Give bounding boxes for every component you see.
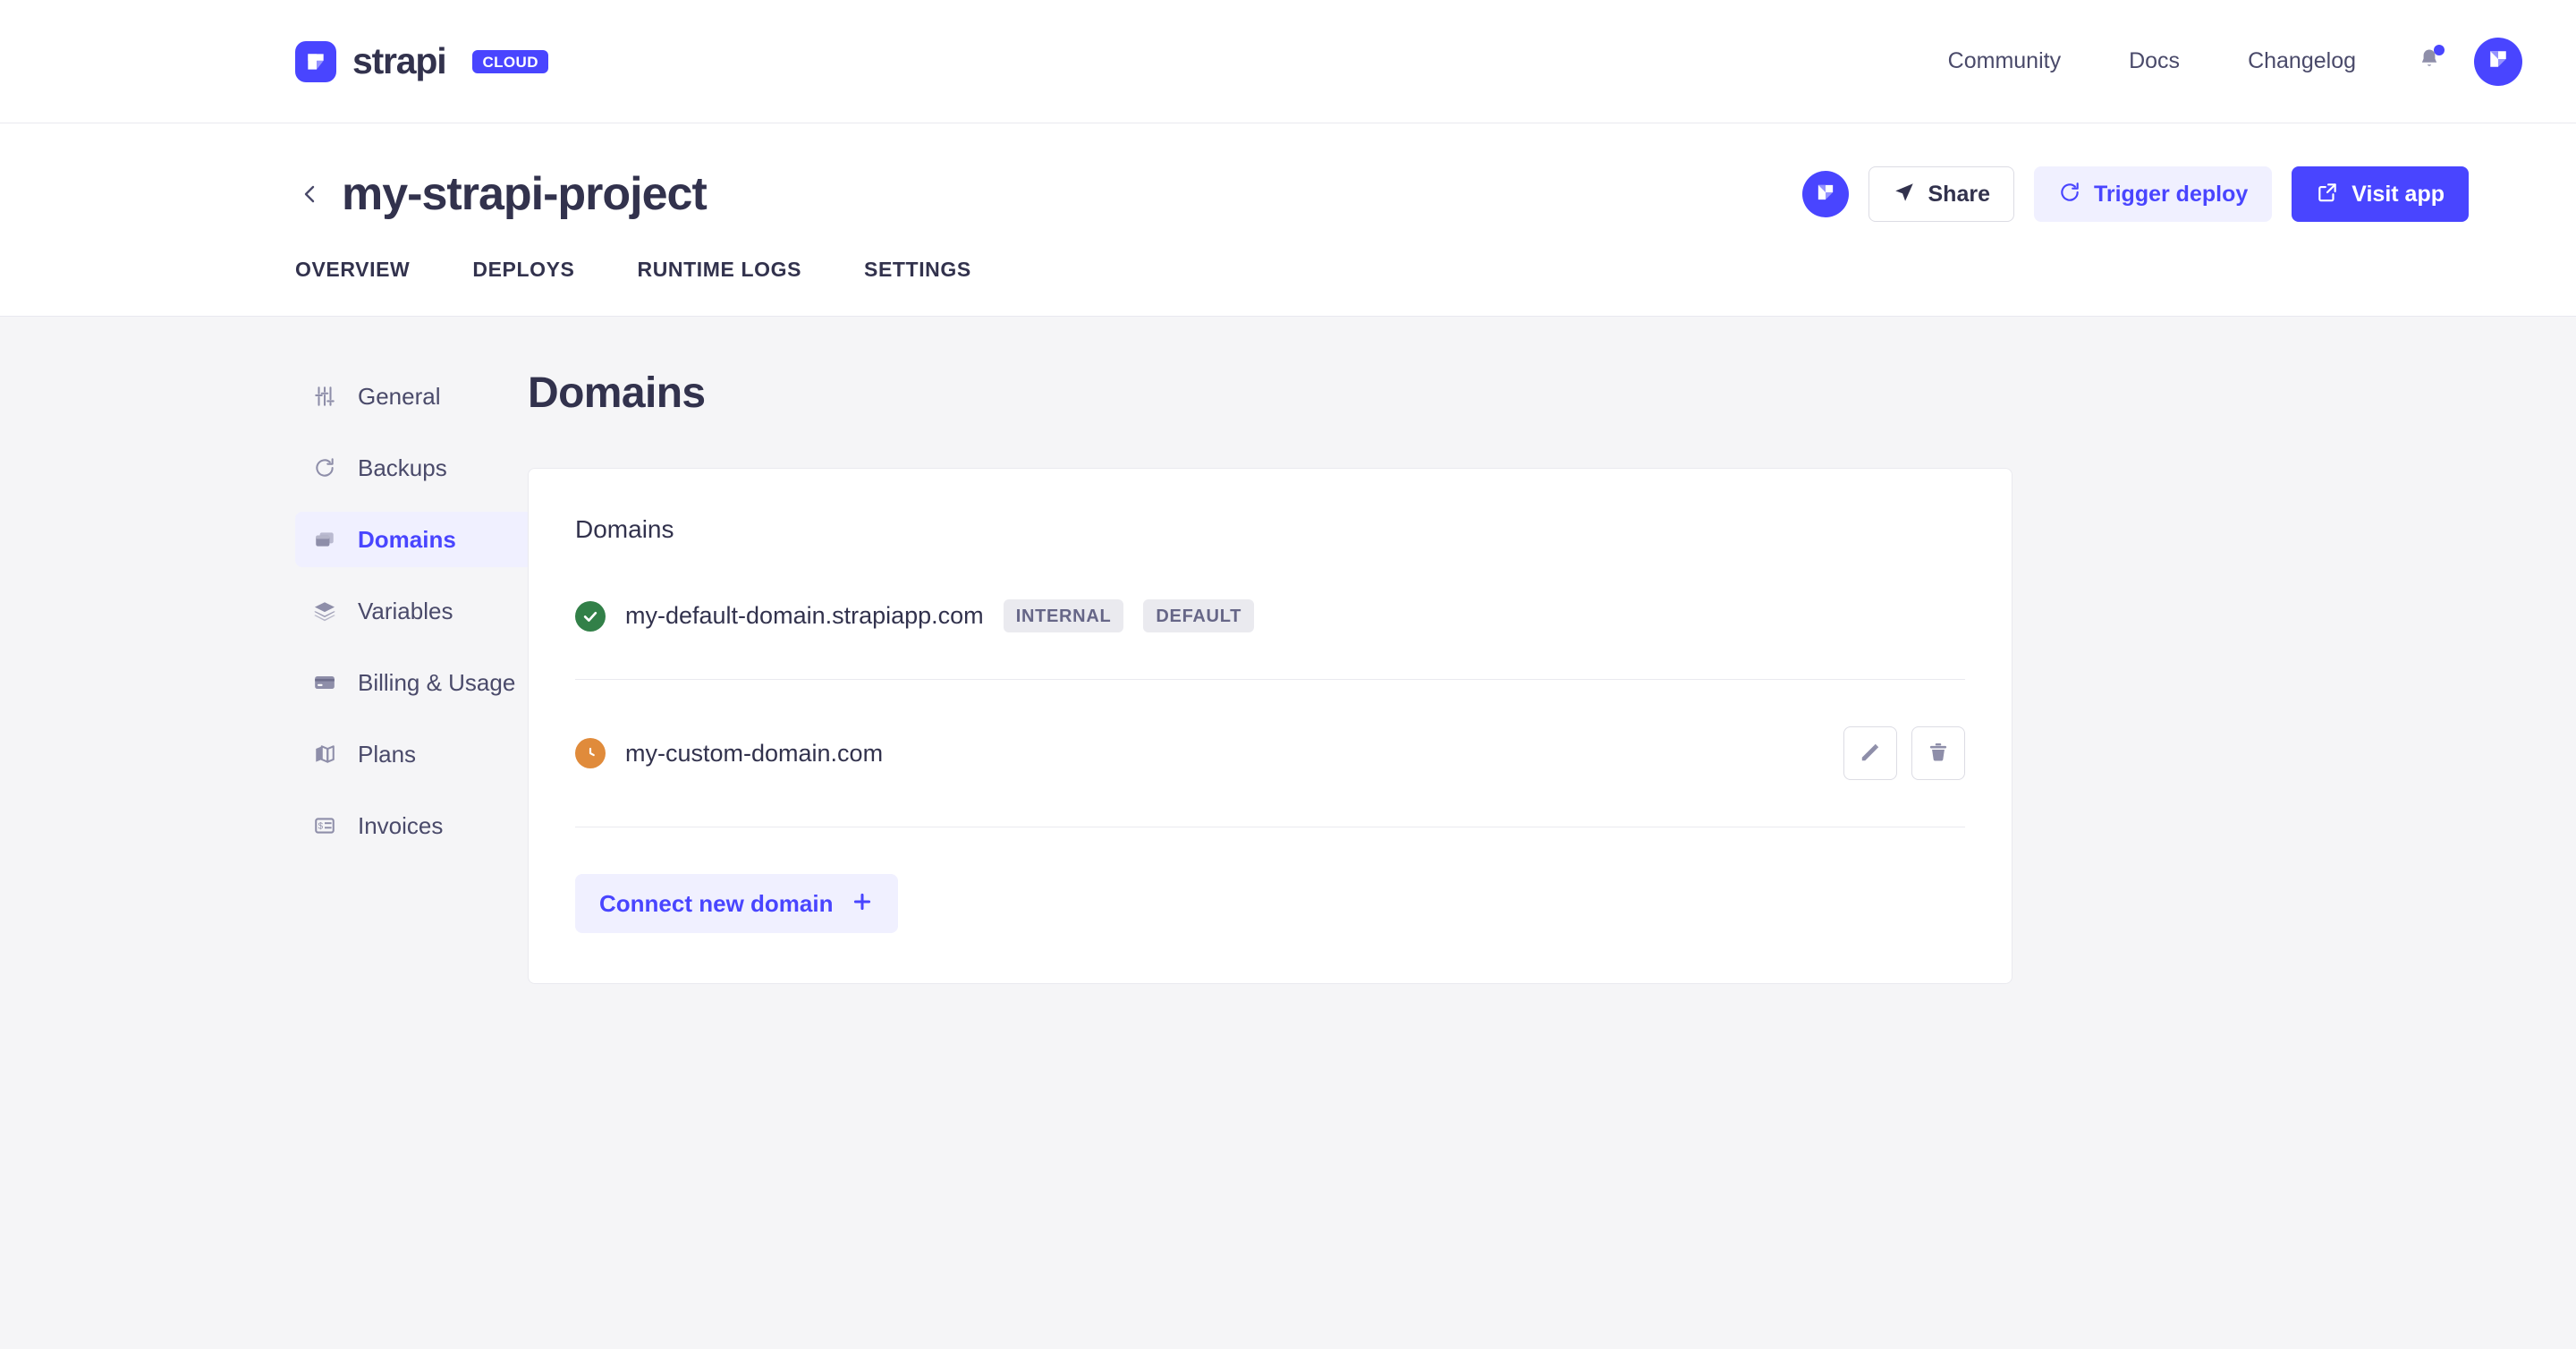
app-root: strapi CLOUD Community Docs Changelog my… — [0, 0, 2576, 1349]
delete-domain-button[interactable] — [1911, 726, 1965, 780]
sidebar-item-label: Plans — [358, 740, 417, 768]
edit-domain-button[interactable] — [1843, 726, 1897, 780]
topnav-link-community[interactable]: Community — [1914, 48, 2095, 74]
project-header: my-strapi-project Share Trigger deploy V… — [0, 123, 2576, 317]
domain-name: my-default-domain.strapiapp.com — [625, 602, 984, 629]
project-tabs: OVERVIEW DEPLOYS RUNTIME LOGS SETTINGS — [0, 222, 2522, 316]
sidebar-item-label: Variables — [358, 597, 453, 624]
row-actions — [1843, 726, 1965, 780]
top-navigation: Community Docs Changelog — [1914, 37, 2522, 86]
topnav-link-changelog[interactable]: Changelog — [2214, 48, 2390, 74]
connect-new-domain-label: Connect new domain — [599, 890, 834, 917]
domain-name: my-custom-domain.com — [625, 739, 884, 767]
stack-icon — [311, 598, 338, 624]
settings-content: Domains Domains my-default-domain.strapi… — [474, 369, 2576, 1272]
settings-sidebar: General Backups Domains Variables Billin… — [0, 369, 767, 1272]
brand-name: strapi — [352, 40, 447, 81]
page-title: my-strapi-project — [342, 168, 708, 220]
external-link-icon — [2316, 181, 2339, 208]
sidebar-item-label: Domains — [358, 525, 456, 553]
sidebar-item-label: Backups — [358, 454, 447, 481]
card-title: Domains — [575, 515, 674, 543]
project-header-actions: Share Trigger deploy Visit app — [1801, 166, 2469, 222]
strapi-avatar-icon — [2485, 46, 2512, 77]
clock-icon — [575, 738, 606, 768]
share-button[interactable]: Share — [1868, 166, 2014, 222]
brand-chip: CLOUD — [472, 49, 548, 73]
sliders-icon — [311, 383, 338, 410]
pencil-icon — [1859, 741, 1882, 767]
tab-runtime-logs[interactable]: RUNTIME LOGS — [637, 258, 801, 316]
status-badge: INTERNAL — [1003, 599, 1124, 632]
table-row: my-default-domain.strapiapp.com INTERNAL… — [575, 599, 1965, 680]
strapi-avatar-icon — [1813, 180, 1838, 209]
send-icon — [1893, 181, 1916, 208]
receipt-icon: $ — [311, 812, 338, 839]
project-header-row: my-strapi-project Share Trigger deploy V… — [0, 123, 2522, 222]
chevron-left-icon[interactable] — [295, 179, 326, 209]
credit-card-icon — [311, 669, 338, 696]
global-header: strapi CLOUD Community Docs Changelog — [0, 0, 2576, 123]
topnav-link-docs[interactable]: Docs — [2095, 48, 2214, 74]
domains-card: Domains my-default-domain.strapiapp.com … — [528, 468, 2012, 984]
map-icon — [311, 741, 338, 768]
tab-deploys[interactable]: DEPLOYS — [472, 258, 574, 316]
settings-body: General Backups Domains Variables Billin… — [0, 317, 2576, 1272]
notification-dot — [2434, 45, 2445, 55]
connect-domain-wrap: Connect new domain — [575, 827, 1965, 933]
tab-settings[interactable]: SETTINGS — [864, 258, 971, 316]
refresh-icon — [311, 454, 338, 481]
visit-app-label: Visit app — [2351, 181, 2445, 207]
project-avatar[interactable] — [1801, 171, 1849, 217]
check-circle-icon — [575, 600, 606, 632]
refresh-icon — [2058, 181, 2081, 208]
table-row: my-custom-domain.com — [575, 680, 1965, 827]
visit-app-button[interactable]: Visit app — [2292, 166, 2469, 222]
tab-overview[interactable]: OVERVIEW — [295, 258, 410, 316]
connect-new-domain-button[interactable]: Connect new domain — [575, 874, 899, 933]
svg-text:$: $ — [318, 821, 324, 831]
bell-icon — [2417, 49, 2442, 76]
user-avatar[interactable] — [2474, 37, 2522, 86]
trigger-deploy-button[interactable]: Trigger deploy — [2033, 166, 2273, 222]
status-badge: DEFAULT — [1143, 599, 1255, 632]
sidebar-item-label: General — [358, 382, 441, 410]
trigger-deploy-label: Trigger deploy — [2093, 181, 2249, 207]
share-button-label: Share — [1928, 181, 1990, 207]
layers-window-icon — [311, 526, 338, 553]
trash-icon — [1927, 741, 1950, 767]
notifications-button[interactable] — [2417, 45, 2445, 77]
plus-icon — [851, 890, 874, 917]
section-title: Domains — [528, 369, 706, 417]
sidebar-item-label: Invoices — [358, 811, 444, 839]
brand-logo[interactable]: strapi CLOUD — [295, 40, 548, 82]
strapi-logo-icon — [295, 40, 336, 82]
